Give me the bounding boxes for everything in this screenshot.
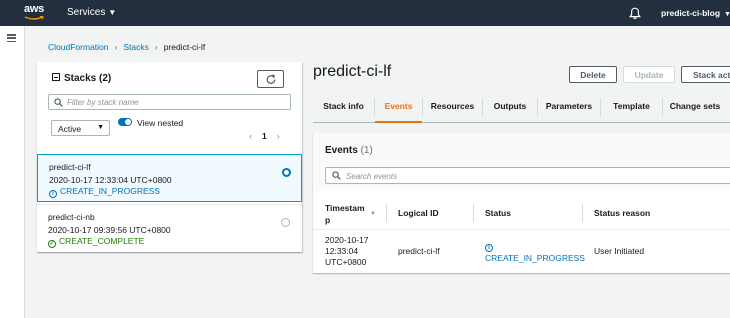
- status-filter-select[interactable]: Active ▼: [51, 120, 110, 136]
- chevron-right-icon: ›: [154, 42, 158, 52]
- stack-radio-button[interactable]: [281, 218, 290, 227]
- stack-actions-button[interactable]: Stack actions: [681, 66, 730, 83]
- top-navigation-bar: aws Services ▼ predict-ci-blog ▼: [0, 0, 730, 26]
- stack-status-text: CREATE_COMPLETE: [59, 236, 145, 246]
- event-timestamp-line: 12:33:04: [325, 246, 359, 256]
- stack-list-item[interactable]: predict-ci-lf 2020-10-17 12:33:04 UTC+08…: [37, 154, 302, 202]
- current-page-number[interactable]: 1: [262, 131, 267, 141]
- events-table-header: Timestam p ▼ Logical ID Status Status re…: [313, 195, 730, 230]
- side-navigation: [0, 26, 25, 318]
- stack-filter-field: [48, 94, 291, 110]
- stack-radio-button[interactable]: [282, 168, 291, 177]
- account-label: predict-ci-blog: [661, 8, 721, 18]
- services-menu[interactable]: Services ▼: [67, 7, 116, 18]
- events-search-field: [325, 167, 730, 184]
- breadcrumb-stacks[interactable]: Stacks: [123, 42, 149, 52]
- aws-smile-icon: [24, 16, 44, 20]
- status-filter-value: Active: [58, 124, 82, 134]
- breadcrumb-current: predict-ci-lf: [163, 42, 206, 52]
- stacks-title: Stacks: [64, 73, 97, 84]
- view-nested-label: View nested: [137, 118, 184, 128]
- event-status: i CREATE_IN_PROGRESS: [485, 240, 585, 264]
- tab-change-sets[interactable]: Change sets: [663, 93, 727, 122]
- column-divider: [386, 204, 387, 222]
- breadcrumb: CloudFormation › Stacks › predict-ci-lf: [48, 42, 205, 52]
- events-count: (1): [360, 145, 373, 156]
- services-label: Services: [67, 7, 106, 18]
- caret-down-icon: ▼: [108, 8, 117, 17]
- column-divider: [582, 204, 583, 222]
- search-icon: [332, 171, 341, 180]
- event-timestamp-line: 2020-10-17: [325, 235, 369, 245]
- event-status-reason: User Initiated: [594, 246, 645, 256]
- delete-button[interactable]: Delete: [569, 66, 617, 83]
- stacks-count: (2): [99, 73, 112, 84]
- detail-tabs: Stack info Events Resources Outputs Para…: [313, 93, 730, 123]
- search-icon: [54, 98, 63, 107]
- previous-page-icon[interactable]: ‹: [249, 131, 252, 141]
- column-header-logical-id[interactable]: Logical ID: [398, 208, 439, 218]
- chevron-right-icon: ›: [114, 42, 118, 52]
- stack-date: 2020-10-17 09:39:56 UTC+0800: [48, 225, 171, 235]
- collapse-icon[interactable]: [52, 73, 60, 81]
- refresh-icon: [266, 74, 276, 84]
- tab-parameters[interactable]: Parameters: [538, 93, 600, 122]
- tab-outputs[interactable]: Outputs: [483, 93, 537, 122]
- aws-logo-text: aws: [24, 3, 44, 15]
- timestamp-header-line: Timestam: [325, 203, 365, 213]
- event-timestamp: 2020-10-17 12:33:04 UTC+0800: [325, 235, 368, 268]
- account-menu[interactable]: predict-ci-blog ▼: [661, 8, 730, 18]
- info-icon: i: [49, 190, 57, 198]
- stack-status: ✓ CREATE_COMPLETE: [48, 236, 144, 248]
- page-title: predict-ci-lf: [313, 63, 392, 80]
- next-page-icon[interactable]: ›: [277, 131, 280, 141]
- events-title-text: Events: [325, 145, 358, 156]
- events-title: Events (1): [325, 145, 373, 156]
- hamburger-menu-icon[interactable]: [7, 34, 16, 43]
- column-divider: [473, 204, 474, 222]
- pagination: ‹ 1 ›: [249, 131, 280, 141]
- stack-status: i CREATE_IN_PROGRESS: [49, 186, 160, 198]
- info-icon: i: [485, 244, 493, 252]
- refresh-button[interactable]: [257, 70, 284, 88]
- check-circle-icon: ✓: [48, 240, 56, 248]
- tab-stack-info[interactable]: Stack info: [313, 93, 374, 122]
- caret-down-icon: ▼: [724, 11, 730, 18]
- column-header-status[interactable]: Status: [485, 208, 511, 218]
- sort-descending-icon[interactable]: ▼: [370, 211, 376, 217]
- event-timestamp-line: UTC+0800: [325, 257, 367, 267]
- stack-status-text: CREATE_IN_PROGRESS: [60, 186, 160, 196]
- column-header-timestamp[interactable]: Timestam p: [325, 202, 365, 226]
- view-nested-toggle[interactable]: [118, 118, 132, 126]
- tab-events[interactable]: Events: [375, 93, 422, 123]
- stacks-panel: Stacks (2) Active ▼ View nested ‹ 1 › pred…: [37, 62, 302, 252]
- event-status-text: CREATE_IN_PROGRESS: [485, 253, 585, 263]
- tab-resources[interactable]: Resources: [423, 93, 482, 122]
- stack-name[interactable]: predict-ci-nb: [48, 212, 95, 222]
- events-panel: Events (1) Timestam p ▼ Logical ID Statu…: [313, 133, 730, 273]
- aws-logo[interactable]: aws: [24, 3, 46, 21]
- timestamp-header-line: p: [325, 215, 331, 225]
- breadcrumb-cloudformation[interactable]: CloudFormation: [48, 42, 108, 52]
- update-button[interactable]: Update: [623, 66, 675, 83]
- stack-filter-input[interactable]: [67, 96, 287, 108]
- events-search-input[interactable]: [346, 170, 726, 182]
- column-header-status-reason[interactable]: Status reason: [594, 208, 650, 218]
- bell-icon[interactable]: [629, 7, 641, 20]
- stack-list-item[interactable]: predict-ci-nb 2020-10-17 09:39:56 UTC+08…: [37, 204, 302, 250]
- stack-date: 2020-10-17 12:33:04 UTC+0800: [49, 175, 172, 185]
- tab-template[interactable]: Template: [601, 93, 662, 122]
- event-logical-id: predict-ci-lf: [398, 246, 440, 256]
- caret-down-icon: ▼: [97, 124, 104, 131]
- stack-name[interactable]: predict-ci-lf: [49, 162, 91, 172]
- stacks-header: Stacks (2): [52, 73, 111, 84]
